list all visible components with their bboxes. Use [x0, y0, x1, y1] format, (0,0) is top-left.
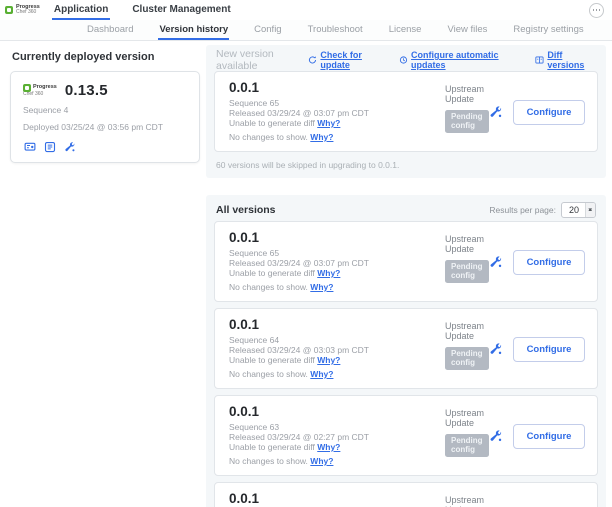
version-history-main: New version available Check for update C…: [206, 45, 608, 507]
tab-dashboard[interactable]: Dashboard: [86, 20, 134, 40]
changes-why-link[interactable]: Why?: [310, 282, 333, 292]
results-per-page-select[interactable]: 20 ▲▼: [561, 202, 596, 218]
diff-why-link[interactable]: Why?: [317, 355, 340, 365]
diff-versions-link[interactable]: Diff versions: [535, 50, 596, 70]
version-source: Upstream Update: [445, 84, 489, 104]
version-sequence: Sequence 65: [229, 248, 445, 258]
status-badge: Pending config: [445, 434, 489, 457]
version-number: 0.0.1: [229, 230, 445, 246]
version-released: Released 03/29/24 @ 03:03 pm CDT: [229, 345, 445, 355]
version-card: 0.0.1 Sequence 65 Released 03/29/24 @ 03…: [214, 221, 598, 302]
version-card: 0.0.1 Sequence 64 Released 03/29/24 @ 03…: [214, 308, 598, 389]
diff-why-link[interactable]: Why?: [317, 442, 340, 452]
tab-registry-settings[interactable]: Registry settings: [512, 20, 584, 40]
diff-icon: [535, 55, 544, 65]
configure-button[interactable]: Configure: [513, 337, 586, 362]
top-nav: Progress Chef 360 Application Cluster Ma…: [0, 0, 612, 20]
version-source: Upstream Update: [445, 408, 489, 428]
version-source: Upstream Update: [445, 321, 489, 341]
version-number: 0.0.1: [229, 80, 445, 96]
deployed-heading: Currently deployed version: [12, 51, 200, 63]
status-badge: Pending config: [445, 347, 489, 370]
app-logo: Progress Chef 360: [5, 0, 40, 20]
deployed-timestamp: Deployed 03/25/24 @ 03:56 pm CDT: [23, 122, 187, 132]
deployed-sequence: Sequence 4: [23, 105, 187, 115]
version-number: 0.0.1: [229, 491, 445, 507]
logo-product-text: Chef 360: [16, 10, 40, 15]
schedule-icon: [399, 55, 408, 65]
brand-logo-icon: [5, 6, 13, 14]
edit-config-icon[interactable]: [489, 342, 503, 356]
diff-why-link[interactable]: Why?: [317, 118, 340, 128]
changes-why-link[interactable]: Why?: [310, 456, 333, 466]
new-version-heading: New version available: [216, 48, 308, 72]
all-versions-heading: All versions: [216, 204, 276, 216]
edit-config-icon[interactable]: [63, 140, 77, 153]
deployed-version-panel: Currently deployed version Progress Chef…: [8, 45, 206, 163]
tab-troubleshoot[interactable]: Troubleshoot: [307, 20, 364, 40]
edit-config-icon[interactable]: [489, 429, 503, 443]
top-tabs: Application Cluster Management: [52, 0, 233, 20]
changes-why-link[interactable]: Why?: [310, 369, 333, 379]
edit-config-icon[interactable]: [489, 255, 503, 269]
tab-config[interactable]: Config: [253, 20, 282, 40]
refresh-icon: [308, 55, 317, 65]
configure-button[interactable]: Configure: [513, 100, 586, 125]
preflight-checks-icon[interactable]: [43, 140, 57, 153]
overflow-menu-button[interactable]: [589, 3, 604, 18]
all-versions-section: All versions Results per page: 20 ▲▼ 0.0…: [206, 195, 606, 507]
tab-cluster-management[interactable]: Cluster Management: [130, 0, 232, 20]
status-badge: Pending config: [445, 110, 489, 133]
new-version-card: 0.0.1 Sequence 65 Released 03/29/24 @ 03…: [214, 71, 598, 152]
version-sequence: Sequence 64: [229, 335, 445, 345]
configure-button[interactable]: Configure: [513, 250, 586, 275]
results-per-page-label: Results per page:: [489, 205, 556, 215]
tab-version-history[interactable]: Version history: [158, 20, 229, 40]
status-badge: Pending config: [445, 260, 489, 283]
version-number: 0.0.1: [229, 317, 445, 333]
ellipsis-icon: [593, 9, 595, 11]
version-released: Released 03/29/24 @ 02:27 pm CDT: [229, 432, 445, 442]
view-diff-icon[interactable]: [23, 140, 37, 153]
sub-nav: Dashboard Version history Config Trouble…: [0, 20, 612, 41]
diff-why-link[interactable]: Why?: [317, 268, 340, 278]
deployed-version-number: 0.13.5: [65, 82, 108, 99]
stepper-icon: ▲▼: [585, 203, 595, 217]
configure-button[interactable]: Configure: [513, 424, 586, 449]
version-released: Released 03/29/24 @ 03:07 pm CDT: [229, 258, 445, 268]
tab-application[interactable]: Application: [52, 0, 110, 20]
app-icon: Progress Chef 360: [23, 84, 57, 97]
new-version-section: New version available Check for update C…: [206, 45, 606, 178]
version-sequence: Sequence 65: [229, 98, 445, 108]
version-source: Upstream Update: [445, 234, 489, 254]
edit-config-icon[interactable]: [489, 105, 503, 119]
changes-why-link[interactable]: Why?: [310, 132, 333, 142]
check-for-update-link[interactable]: Check for update: [308, 50, 386, 70]
version-source: Upstream Update: [445, 495, 489, 507]
skip-versions-note: 60 versions will be skipped in upgrading…: [214, 152, 598, 170]
version-released: Released 03/29/24 @ 03:07 pm CDT: [229, 108, 445, 118]
tab-license[interactable]: License: [388, 20, 423, 40]
configure-automatic-updates-link[interactable]: Configure automatic updates: [399, 50, 522, 70]
deployed-version-card: Progress Chef 360 0.13.5 Sequence 4 Depl…: [10, 71, 200, 163]
version-card: 0.0.1 Sequence 62 Released 03/29/24 @ 02…: [214, 482, 598, 507]
version-number: 0.0.1: [229, 404, 445, 420]
version-card: 0.0.1 Sequence 63 Released 03/29/24 @ 02…: [214, 395, 598, 476]
tab-view-files[interactable]: View files: [446, 20, 488, 40]
version-sequence: Sequence 63: [229, 422, 445, 432]
brand-logo-icon: [23, 84, 31, 92]
